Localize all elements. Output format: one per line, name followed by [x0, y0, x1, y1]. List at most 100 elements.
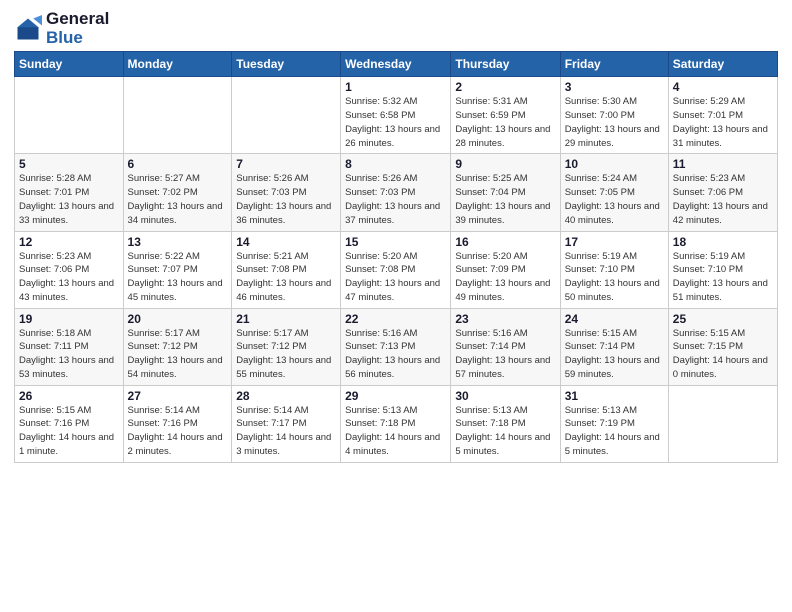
calendar-cell: 9Sunrise: 5:25 AM Sunset: 7:04 PM Daylig…: [451, 154, 560, 231]
day-info: Sunrise: 5:15 AM Sunset: 7:15 PM Dayligh…: [673, 327, 773, 382]
day-info: Sunrise: 5:27 AM Sunset: 7:02 PM Dayligh…: [128, 172, 228, 227]
day-number: 8: [345, 157, 446, 171]
day-info: Sunrise: 5:13 AM Sunset: 7:19 PM Dayligh…: [565, 404, 664, 459]
calendar-cell: 15Sunrise: 5:20 AM Sunset: 7:08 PM Dayli…: [341, 231, 451, 308]
calendar-cell: 22Sunrise: 5:16 AM Sunset: 7:13 PM Dayli…: [341, 308, 451, 385]
day-number: 23: [455, 312, 555, 326]
calendar-cell: 17Sunrise: 5:19 AM Sunset: 7:10 PM Dayli…: [560, 231, 668, 308]
calendar-cell: 21Sunrise: 5:17 AM Sunset: 7:12 PM Dayli…: [232, 308, 341, 385]
day-number: 6: [128, 157, 228, 171]
day-info: Sunrise: 5:14 AM Sunset: 7:16 PM Dayligh…: [128, 404, 228, 459]
calendar-cell: 12Sunrise: 5:23 AM Sunset: 7:06 PM Dayli…: [15, 231, 124, 308]
day-info: Sunrise: 5:13 AM Sunset: 7:18 PM Dayligh…: [345, 404, 446, 459]
calendar-cell: 13Sunrise: 5:22 AM Sunset: 7:07 PM Dayli…: [123, 231, 232, 308]
day-info: Sunrise: 5:23 AM Sunset: 7:06 PM Dayligh…: [19, 250, 119, 305]
day-number: 25: [673, 312, 773, 326]
logo-text: General Blue: [46, 10, 109, 47]
calendar-cell: [15, 77, 124, 154]
day-info: Sunrise: 5:23 AM Sunset: 7:06 PM Dayligh…: [673, 172, 773, 227]
day-info: Sunrise: 5:29 AM Sunset: 7:01 PM Dayligh…: [673, 95, 773, 150]
calendar-table: SundayMondayTuesdayWednesdayThursdayFrid…: [14, 51, 778, 462]
day-number: 3: [565, 80, 664, 94]
calendar-cell: 3Sunrise: 5:30 AM Sunset: 7:00 PM Daylig…: [560, 77, 668, 154]
day-number: 17: [565, 235, 664, 249]
calendar-week-4: 19Sunrise: 5:18 AM Sunset: 7:11 PM Dayli…: [15, 308, 778, 385]
day-number: 24: [565, 312, 664, 326]
day-info: Sunrise: 5:18 AM Sunset: 7:11 PM Dayligh…: [19, 327, 119, 382]
day-info: Sunrise: 5:16 AM Sunset: 7:14 PM Dayligh…: [455, 327, 555, 382]
day-info: Sunrise: 5:17 AM Sunset: 7:12 PM Dayligh…: [128, 327, 228, 382]
page-container: General Blue SundayMondayTuesdayWednesda…: [0, 0, 792, 473]
calendar-cell: 8Sunrise: 5:26 AM Sunset: 7:03 PM Daylig…: [341, 154, 451, 231]
day-number: 19: [19, 312, 119, 326]
day-info: Sunrise: 5:21 AM Sunset: 7:08 PM Dayligh…: [236, 250, 336, 305]
weekday-header-sunday: Sunday: [15, 52, 124, 77]
calendar-cell: 20Sunrise: 5:17 AM Sunset: 7:12 PM Dayli…: [123, 308, 232, 385]
calendar-cell: 6Sunrise: 5:27 AM Sunset: 7:02 PM Daylig…: [123, 154, 232, 231]
calendar-cell: 4Sunrise: 5:29 AM Sunset: 7:01 PM Daylig…: [668, 77, 777, 154]
day-info: Sunrise: 5:28 AM Sunset: 7:01 PM Dayligh…: [19, 172, 119, 227]
calendar-cell: 31Sunrise: 5:13 AM Sunset: 7:19 PM Dayli…: [560, 385, 668, 462]
day-info: Sunrise: 5:16 AM Sunset: 7:13 PM Dayligh…: [345, 327, 446, 382]
day-number: 10: [565, 157, 664, 171]
calendar-cell: 27Sunrise: 5:14 AM Sunset: 7:16 PM Dayli…: [123, 385, 232, 462]
calendar-cell: 26Sunrise: 5:15 AM Sunset: 7:16 PM Dayli…: [15, 385, 124, 462]
calendar-cell: [668, 385, 777, 462]
day-number: 29: [345, 389, 446, 403]
day-info: Sunrise: 5:25 AM Sunset: 7:04 PM Dayligh…: [455, 172, 555, 227]
day-number: 22: [345, 312, 446, 326]
calendar-week-2: 5Sunrise: 5:28 AM Sunset: 7:01 PM Daylig…: [15, 154, 778, 231]
day-number: 7: [236, 157, 336, 171]
calendar-cell: 1Sunrise: 5:32 AM Sunset: 6:58 PM Daylig…: [341, 77, 451, 154]
day-number: 15: [345, 235, 446, 249]
day-info: Sunrise: 5:14 AM Sunset: 7:17 PM Dayligh…: [236, 404, 336, 459]
day-number: 16: [455, 235, 555, 249]
day-info: Sunrise: 5:15 AM Sunset: 7:16 PM Dayligh…: [19, 404, 119, 459]
calendar-cell: 29Sunrise: 5:13 AM Sunset: 7:18 PM Dayli…: [341, 385, 451, 462]
calendar-cell: 16Sunrise: 5:20 AM Sunset: 7:09 PM Dayli…: [451, 231, 560, 308]
calendar-cell: 19Sunrise: 5:18 AM Sunset: 7:11 PM Dayli…: [15, 308, 124, 385]
day-info: Sunrise: 5:26 AM Sunset: 7:03 PM Dayligh…: [236, 172, 336, 227]
weekday-header-tuesday: Tuesday: [232, 52, 341, 77]
day-number: 12: [19, 235, 119, 249]
weekday-header-friday: Friday: [560, 52, 668, 77]
day-number: 5: [19, 157, 119, 171]
day-info: Sunrise: 5:19 AM Sunset: 7:10 PM Dayligh…: [673, 250, 773, 305]
calendar-cell: 14Sunrise: 5:21 AM Sunset: 7:08 PM Dayli…: [232, 231, 341, 308]
calendar-cell: [123, 77, 232, 154]
logo: General Blue: [14, 10, 109, 47]
calendar-cell: 28Sunrise: 5:14 AM Sunset: 7:17 PM Dayli…: [232, 385, 341, 462]
calendar-week-1: 1Sunrise: 5:32 AM Sunset: 6:58 PM Daylig…: [15, 77, 778, 154]
day-number: 14: [236, 235, 336, 249]
day-number: 4: [673, 80, 773, 94]
calendar-cell: [232, 77, 341, 154]
day-info: Sunrise: 5:20 AM Sunset: 7:08 PM Dayligh…: [345, 250, 446, 305]
calendar-cell: 10Sunrise: 5:24 AM Sunset: 7:05 PM Dayli…: [560, 154, 668, 231]
day-number: 11: [673, 157, 773, 171]
day-number: 9: [455, 157, 555, 171]
day-info: Sunrise: 5:22 AM Sunset: 7:07 PM Dayligh…: [128, 250, 228, 305]
logo-icon: [14, 15, 42, 43]
calendar-week-3: 12Sunrise: 5:23 AM Sunset: 7:06 PM Dayli…: [15, 231, 778, 308]
calendar-cell: 25Sunrise: 5:15 AM Sunset: 7:15 PM Dayli…: [668, 308, 777, 385]
day-info: Sunrise: 5:17 AM Sunset: 7:12 PM Dayligh…: [236, 327, 336, 382]
day-info: Sunrise: 5:24 AM Sunset: 7:05 PM Dayligh…: [565, 172, 664, 227]
day-info: Sunrise: 5:30 AM Sunset: 7:00 PM Dayligh…: [565, 95, 664, 150]
day-info: Sunrise: 5:32 AM Sunset: 6:58 PM Dayligh…: [345, 95, 446, 150]
weekday-header-thursday: Thursday: [451, 52, 560, 77]
day-info: Sunrise: 5:19 AM Sunset: 7:10 PM Dayligh…: [565, 250, 664, 305]
weekday-header-row: SundayMondayTuesdayWednesdayThursdayFrid…: [15, 52, 778, 77]
day-number: 20: [128, 312, 228, 326]
day-info: Sunrise: 5:26 AM Sunset: 7:03 PM Dayligh…: [345, 172, 446, 227]
day-info: Sunrise: 5:15 AM Sunset: 7:14 PM Dayligh…: [565, 327, 664, 382]
day-number: 30: [455, 389, 555, 403]
calendar-cell: 18Sunrise: 5:19 AM Sunset: 7:10 PM Dayli…: [668, 231, 777, 308]
day-number: 1: [345, 80, 446, 94]
day-info: Sunrise: 5:13 AM Sunset: 7:18 PM Dayligh…: [455, 404, 555, 459]
day-number: 31: [565, 389, 664, 403]
calendar-cell: 11Sunrise: 5:23 AM Sunset: 7:06 PM Dayli…: [668, 154, 777, 231]
calendar-cell: 23Sunrise: 5:16 AM Sunset: 7:14 PM Dayli…: [451, 308, 560, 385]
weekday-header-saturday: Saturday: [668, 52, 777, 77]
day-number: 18: [673, 235, 773, 249]
day-number: 28: [236, 389, 336, 403]
